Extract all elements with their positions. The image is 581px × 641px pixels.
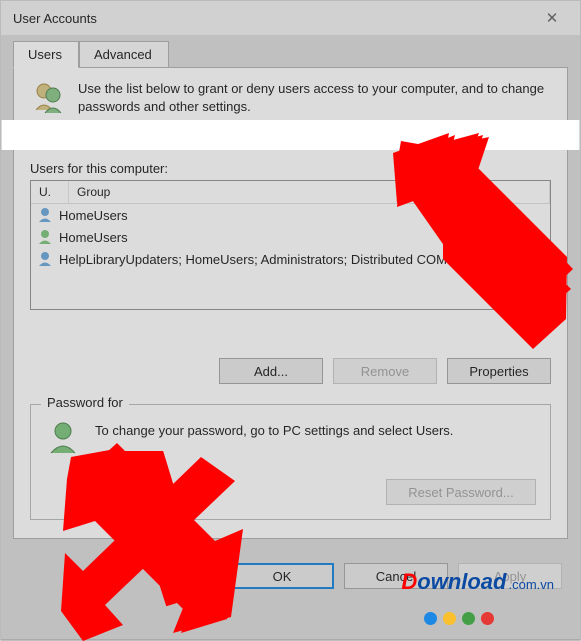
window-title: User Accounts	[13, 11, 532, 26]
col-user-header[interactable]: U.	[31, 181, 69, 203]
list-item[interactable]: HelpLibraryUpdaters; HomeUsers; Administ…	[31, 248, 550, 270]
title-bar: User Accounts ✕	[1, 1, 580, 35]
close-icon: ✕	[546, 9, 559, 27]
password-group: Password for To change your password, go…	[30, 404, 551, 520]
password-text: To change your password, go to PC settin…	[95, 419, 453, 438]
ok-button[interactable]: OK	[230, 563, 334, 589]
list-item[interactable]: HomeUsers	[31, 226, 550, 248]
close-button[interactable]: ✕	[532, 4, 572, 32]
intro-row: Use the list below to grant or deny user…	[30, 80, 551, 116]
user-icon	[37, 229, 53, 245]
add-button[interactable]: Add...	[219, 358, 323, 384]
tab-users[interactable]: Users	[13, 41, 79, 68]
properties-button[interactable]: Properties	[447, 358, 551, 384]
col-group-header[interactable]: Group	[69, 181, 550, 203]
users-listbox[interactable]: U. Group HomeUsers HomeUsers HelpLibrary…	[30, 180, 551, 310]
user-icon	[37, 251, 53, 267]
list-header: U. Group	[31, 181, 550, 204]
list-item[interactable]: HomeUsers	[31, 204, 550, 226]
user-icon	[45, 419, 81, 455]
users-icon	[30, 80, 66, 116]
intro-text: Use the list below to grant or deny user…	[78, 80, 551, 115]
watermark: Download.com.vn	[401, 569, 554, 595]
tab-strip: Users Advanced	[13, 41, 568, 68]
remove-button: Remove	[333, 358, 437, 384]
user-icon	[37, 207, 53, 223]
tab-advanced[interactable]: Advanced	[79, 41, 169, 68]
password-group-legend: Password for	[41, 395, 129, 410]
reset-password-button: Reset Password...	[386, 479, 536, 505]
users-list-label: Users for this computer:	[30, 161, 551, 176]
list-buttons: Add... Remove Properties	[30, 358, 551, 384]
watermark-dots	[424, 612, 494, 625]
